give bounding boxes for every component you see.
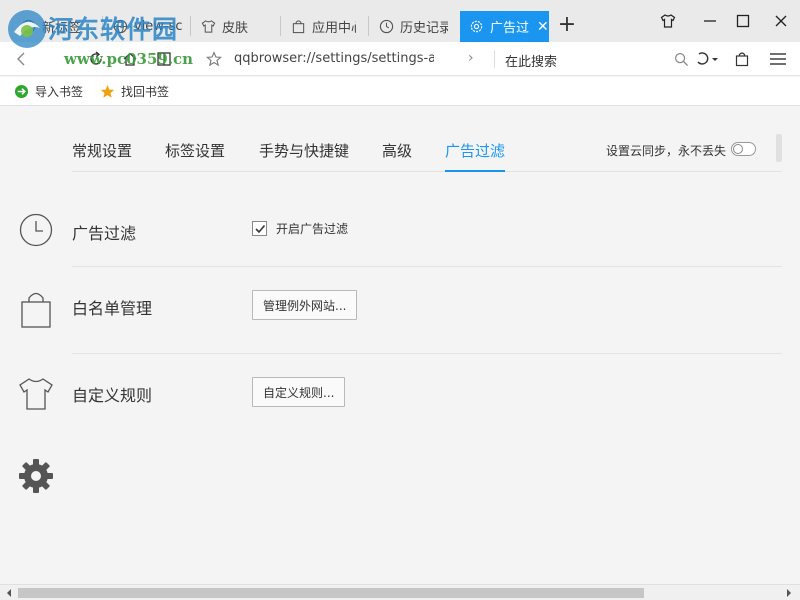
scroll-left-button[interactable] (2, 587, 16, 599)
minimize-button[interactable] (699, 10, 721, 32)
settings-tab-gestures[interactable]: 手势与快捷键 (259, 140, 349, 161)
sync-label: 设置云同步，永不丢失 (606, 142, 726, 159)
home-button[interactable] (120, 49, 140, 69)
tab-view-source[interactable]: view-sc (112, 11, 182, 41)
shirt-icon (660, 13, 676, 29)
minimize-icon (703, 14, 717, 28)
home-icon (122, 51, 138, 67)
tab-label: 历史记录 (400, 17, 448, 36)
clock-icon (378, 18, 394, 34)
globe-icon (112, 18, 128, 34)
close-icon (774, 14, 788, 28)
bookmark-recover[interactable]: 找回书签 (100, 83, 169, 100)
clock-icon (18, 212, 54, 248)
menu-button[interactable] (768, 49, 788, 69)
bookmarks-bar: 导入书签 找回书签 (0, 77, 800, 106)
section-divider (72, 266, 782, 267)
active-tab-indicator (445, 170, 505, 172)
tab-divider (102, 16, 103, 36)
section-divider (72, 353, 782, 354)
toggle-knob (733, 144, 743, 154)
favorite-button[interactable] (204, 49, 224, 69)
gear-icon (468, 19, 484, 35)
close-tab-icon[interactable]: ✕ (537, 19, 549, 35)
custom-rules-button[interactable]: 自定义规则... (252, 377, 345, 407)
tab-label: 广告过 (490, 17, 529, 36)
undo-menu-button[interactable] (694, 49, 722, 69)
settings-tab-general[interactable]: 常规设置 (72, 140, 132, 161)
address-input[interactable]: qqbrowser://settings/settings-ad (234, 51, 434, 66)
tab-ad-filter[interactable]: 广告过 ✕ (460, 11, 549, 42)
tab-strip: 河东软件园 www.pc0359.cn 新标签 view-sc 皮肤 应用中心 … (0, 0, 800, 42)
tab-label: 皮肤 (222, 17, 248, 36)
checkbox-box[interactable] (252, 221, 267, 236)
shirt-icon (18, 376, 54, 412)
ad-filter-title: 广告过滤 (72, 220, 136, 244)
tab-divider (368, 16, 369, 36)
star-outline-icon (206, 51, 222, 67)
divider (494, 50, 495, 68)
settings-page: 常规设置 标签设置 手势与快捷键 高级 广告过滤 设置云同步，永不丢失 广告过滤… (0, 106, 800, 586)
settings-tab-advanced[interactable]: 高级 (382, 140, 412, 161)
back-button[interactable] (12, 49, 32, 69)
settings-tab-ad-filter[interactable]: 广告过滤 (445, 140, 505, 161)
sync-toggle[interactable] (731, 142, 756, 156)
search-button[interactable] (671, 49, 691, 69)
ad-filter-checkbox-label: 开启广告过滤 (276, 220, 348, 237)
tab-app-center[interactable]: 应用中心 (290, 11, 356, 41)
chevron-left-icon (15, 51, 29, 67)
tab-label: view-sc (134, 19, 182, 34)
chevron-right-icon[interactable]: › (468, 50, 474, 66)
tab-divider (190, 16, 191, 36)
import-arrow-icon (14, 84, 29, 99)
ad-filter-checkbox[interactable]: 开启广告过滤 (252, 220, 348, 237)
new-tab-button[interactable]: + (556, 13, 578, 39)
search-input[interactable]: 在此搜索 (505, 51, 557, 70)
star-icon (100, 84, 115, 99)
navigation-bar: qqbrowser://settings/settings-ad › 在此搜索 (0, 42, 800, 76)
tab-label: 应用中心 (312, 17, 356, 36)
tab-divider (280, 16, 281, 36)
tab-skin[interactable]: 皮肤 (200, 11, 270, 41)
search-icon (674, 52, 689, 67)
book-icon (156, 51, 172, 67)
bookmark-label: 导入书签 (35, 83, 83, 100)
gear-icon[interactable] (18, 458, 54, 494)
maximize-icon (736, 14, 750, 28)
undo-icon (695, 51, 721, 67)
shirt-icon (200, 18, 216, 34)
reading-mode-button[interactable] (154, 49, 174, 69)
close-window-button[interactable] (770, 10, 792, 32)
refresh-button[interactable] (86, 49, 106, 69)
arrow-left-icon (5, 588, 13, 598)
checkmark-icon (254, 223, 266, 235)
globe-icon (20, 18, 36, 34)
arrow-right-icon (785, 588, 793, 598)
bookmark-import[interactable]: 导入书签 (14, 83, 83, 100)
manage-exceptions-button[interactable]: 管理例外网站... (252, 290, 357, 320)
maximize-button[interactable] (732, 10, 754, 32)
scrollbar-thumb[interactable] (18, 588, 644, 598)
shopping-bag-icon (734, 51, 750, 67)
scroll-edge (776, 134, 782, 162)
app-store-button[interactable] (732, 49, 752, 69)
shopping-bag-icon (290, 18, 306, 34)
tab-new-tab[interactable]: 新标签 (20, 11, 90, 41)
hamburger-menu-icon (769, 51, 787, 67)
tab-label: 新标签 (42, 17, 81, 36)
shopping-bag-icon (18, 292, 54, 328)
bookmark-label: 找回书签 (121, 83, 169, 100)
whitelist-title: 白名单管理 (72, 295, 152, 319)
tab-history[interactable]: 历史记录 (378, 11, 448, 41)
settings-tab-tabs[interactable]: 标签设置 (165, 140, 225, 161)
skin-button[interactable] (657, 10, 679, 32)
custom-rules-title: 自定义规则 (72, 382, 152, 406)
scroll-right-button[interactable] (782, 587, 796, 599)
horizontal-scrollbar[interactable] (0, 584, 800, 600)
tab-divider (72, 171, 782, 172)
refresh-icon (88, 51, 104, 67)
